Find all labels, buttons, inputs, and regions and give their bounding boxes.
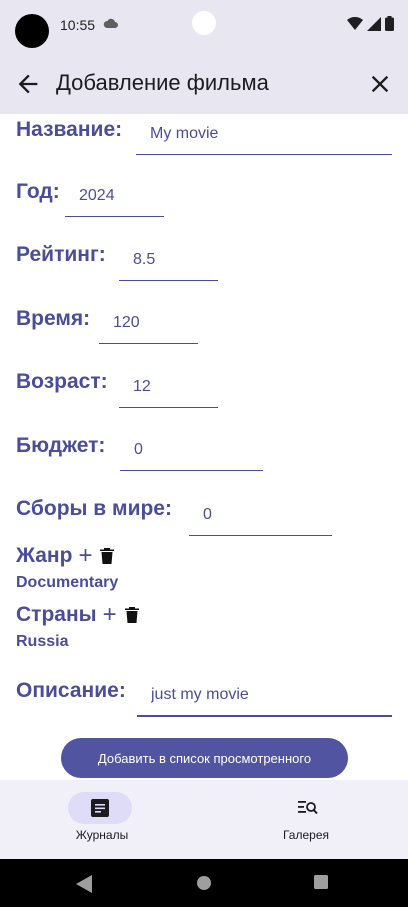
wifi-icon [347,16,363,30]
name-label: Название: [16,118,123,141]
app-bar: Добавление фильма [0,52,408,114]
description-label: Описание: [16,679,126,702]
system-icons [347,16,394,31]
nav-back-icon[interactable] [76,875,92,893]
rating-label: Рейтинг: [16,243,106,266]
year-label: Год: [16,180,60,203]
add-genre-plus-icon[interactable]: + [78,544,92,568]
system-navigation-bar [0,859,408,907]
bottom-navigation: Журналы Галерея [0,780,408,859]
name-field[interactable] [136,114,392,155]
age-field[interactable] [119,367,218,408]
delete-genre-trash-icon[interactable] [100,548,115,564]
nav-label-gallery: Галерея [282,828,330,842]
nav-item-gallery[interactable]: Галерея [204,780,408,859]
genre-label: Жанр [16,544,73,567]
rating-field[interactable] [119,240,218,281]
page-title: Добавление фильма [56,70,269,95]
genre-row: Жанр + [16,544,115,568]
nav-home-icon[interactable] [196,875,212,891]
gross-field[interactable] [189,494,332,536]
genre-value: Documentary [16,574,119,591]
duration-label: Время: [16,307,91,330]
delete-country-trash-icon[interactable] [124,607,139,623]
battery-icon [385,16,394,31]
countries-row: Страны + [16,603,139,627]
countries-label: Страны [16,603,97,626]
cloud-icon [103,18,118,28]
movie-form: Название: Год: Рейтинг: Время: Возраст: … [0,114,408,780]
front-camera [192,11,216,35]
budget-field[interactable] [120,430,263,471]
budget-label: Бюджет: [16,434,106,457]
description-field[interactable] [137,675,392,717]
year-field[interactable] [65,176,164,217]
close-icon[interactable] [366,70,394,98]
age-label: Возраст: [16,370,108,393]
gross-label: Сборы в мире: [16,497,172,520]
gallery-search-icon [298,801,318,815]
nav-recents-icon[interactable] [314,875,328,889]
add-to-watched-button[interactable]: Добавить в список просмотренного [61,738,348,778]
countries-value: Russia [16,633,69,650]
nav-label-journals: Журналы [75,828,129,842]
status-bar: 10:55 [0,0,408,52]
nav-item-journals[interactable]: Журналы [0,780,204,859]
add-country-plus-icon[interactable]: + [103,603,117,627]
journal-icon [91,799,109,817]
signal-icon [367,16,381,31]
status-time: 10:55 [60,17,96,33]
back-arrow-icon[interactable] [14,70,42,98]
duration-field[interactable] [99,303,198,344]
camera-cutout [15,14,49,48]
